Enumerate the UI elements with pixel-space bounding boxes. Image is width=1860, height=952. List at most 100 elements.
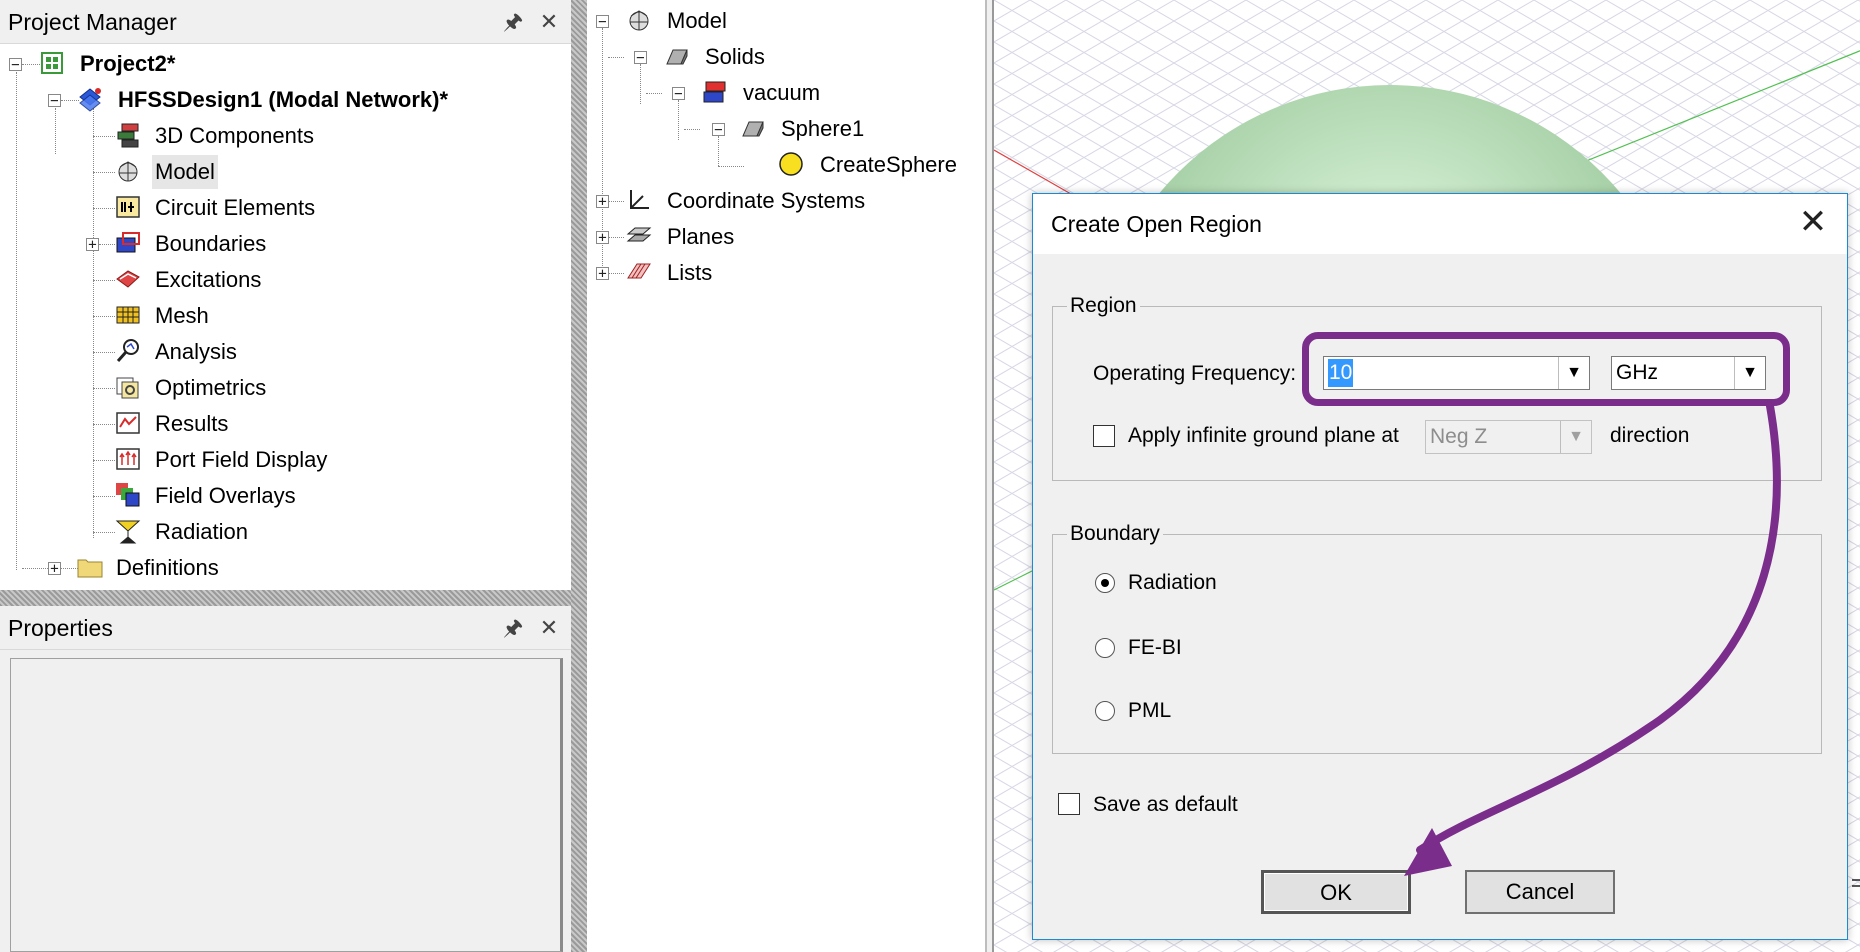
collapse-icon[interactable]: − [712,123,725,137]
project-manager-title: Project Manager [0,0,571,44]
tree-label: Definitions [116,555,219,580]
ground-plane-label: Apply infinite ground plane at [1128,424,1399,447]
tree-item-sphere1[interactable]: − Sphere1 [587,112,977,146]
radiation-option-label[interactable]: Radiation [1128,569,1217,597]
properties-title: Properties [0,606,571,650]
excitations-icon [116,270,140,288]
port-field-icon [116,448,140,470]
tree-item-planes[interactable]: + Planes [587,220,977,254]
tree-item-radiation[interactable]: Radiation [0,515,560,549]
circuit-elements-icon [116,196,140,218]
model-icon [118,161,138,182]
radiation-radio[interactable] [1095,573,1115,593]
tree-item-create-sphere[interactable]: CreateSphere [587,148,977,182]
ground-plane-checkbox[interactable] [1093,425,1115,447]
frequency-unit-value: GHz [1616,361,1658,384]
operating-frequency-label: Operating Frequency: [1093,362,1297,385]
tree-item-results[interactable]: Results [0,407,560,441]
chevron-down-icon[interactable]: ▼ [1558,357,1589,389]
tree-label: Planes [667,224,735,249]
fe-bi-option-label[interactable]: FE-BI [1128,634,1182,662]
expand-icon[interactable]: + [86,238,99,252]
tree-item-optimetrics[interactable]: Optimetrics [0,371,560,405]
frequency-value[interactable]: 10 [1328,359,1354,387]
tree-label: Mesh [155,303,209,328]
tree-item-boundaries[interactable]: + Boundaries [0,227,560,261]
chevron-down-icon[interactable]: ▼ [1734,357,1765,389]
vertical-splitter[interactable] [571,0,587,952]
coordinate-systems-icon [630,190,649,209]
create-sphere-icon [779,152,803,176]
collapse-icon[interactable]: − [596,15,609,29]
horizontal-splitter[interactable] [0,590,571,606]
tree-item-design[interactable]: − HFSSDesign1 (Modal Network)* [0,83,560,117]
tree-label: Circuit Elements [155,195,316,220]
ok-button[interactable]: OK [1261,870,1411,914]
ground-plane-direction-value: Neg Z [1430,425,1488,448]
tree-item-field-overlays[interactable]: Field Overlays [0,479,560,513]
tree-item-circuit-elements[interactable]: Circuit Elements [0,191,560,225]
collapse-icon[interactable]: − [48,94,61,108]
expand-icon[interactable]: + [48,562,61,576]
tree-label: Solids [705,44,765,69]
close-icon[interactable]: ✕ [534,612,564,644]
field-overlays-icon [116,483,140,507]
tree-item-vacuum[interactable]: − vacuum [587,76,977,110]
pin-icon[interactable]: 🖈︎ [498,612,528,644]
collapse-icon[interactable]: − [9,58,22,72]
tree-item-excitations[interactable]: Excitations [0,263,560,297]
planes-icon [626,227,652,242]
optimetrics-icon [116,377,139,399]
tree-label: Results [155,411,229,436]
dialog-title-bar[interactable]: Create Open Region ✕ [1033,194,1847,254]
cancel-button[interactable]: Cancel [1465,870,1615,914]
mesh-icon [116,306,140,324]
tree-item-3d-components[interactable]: 3D Components [0,119,560,153]
tree-label: Model [152,155,218,189]
pin-icon[interactable]: 🖈︎ [498,6,528,38]
tree-item-definitions[interactable]: + Definitions [0,551,560,585]
model-icon [629,10,649,31]
model-tree-panel: − Model − Solids − vacuum − Sphere1 Crea… [587,0,987,952]
tree-item-model[interactable]: − Model [587,4,977,38]
tree-label: Model [667,8,727,33]
expand-icon[interactable]: + [596,231,609,245]
properties-grid[interactable] [10,658,563,952]
tree-item-mesh[interactable]: Mesh [0,299,560,333]
pml-radio[interactable] [1095,701,1115,721]
folder-icon [77,559,103,578]
fe-bi-radio[interactable] [1095,638,1115,658]
tree-label: vacuum [743,80,821,105]
create-open-region-dialog: Create Open Region ✕ Region Operating Fr… [1032,193,1848,940]
properties-panel: Properties 🖈︎ ✕ [0,606,571,952]
tree-item-project[interactable]: − Project2* [0,47,560,81]
pml-option-label[interactable]: PML [1128,697,1171,725]
results-icon [116,412,140,434]
tree-label: Port Field Display [155,447,328,472]
close-icon[interactable]: ✕ [534,6,564,38]
region-group-label: Region [1070,294,1137,317]
radiation-icon [115,520,141,544]
frequency-unit-combo[interactable]: GHz ▼ [1611,356,1766,390]
tree-item-solids[interactable]: − Solids [587,40,977,74]
chevron-down-icon: ▼ [1560,421,1591,453]
close-icon[interactable]: ✕ [1793,202,1833,242]
design-label: HFSSDesign1 (Modal Network)* [118,87,449,112]
save-default-checkbox[interactable] [1058,793,1080,815]
material-icon [703,81,726,103]
save-default-label[interactable]: Save as default [1093,791,1238,819]
tree-label: Field Overlays [155,483,296,508]
tree-item-port-field-display[interactable]: Port Field Display [0,443,560,477]
tree-item-analysis[interactable]: Analysis [0,335,560,369]
tree-item-lists[interactable]: + Lists [587,256,977,290]
tree-item-coordinate-systems[interactable]: + Coordinate Systems [587,184,977,218]
tree-item-model[interactable]: Model [0,155,560,189]
tree-label: Coordinate Systems [667,188,866,213]
solids-icon [666,49,688,65]
expand-icon[interactable]: + [596,195,609,209]
collapse-icon[interactable]: − [672,87,685,101]
tree-label: Sphere1 [781,116,865,141]
collapse-icon[interactable]: − [634,51,647,65]
frequency-combo[interactable]: 10 ▼ [1323,356,1590,390]
expand-icon[interactable]: + [596,267,609,281]
